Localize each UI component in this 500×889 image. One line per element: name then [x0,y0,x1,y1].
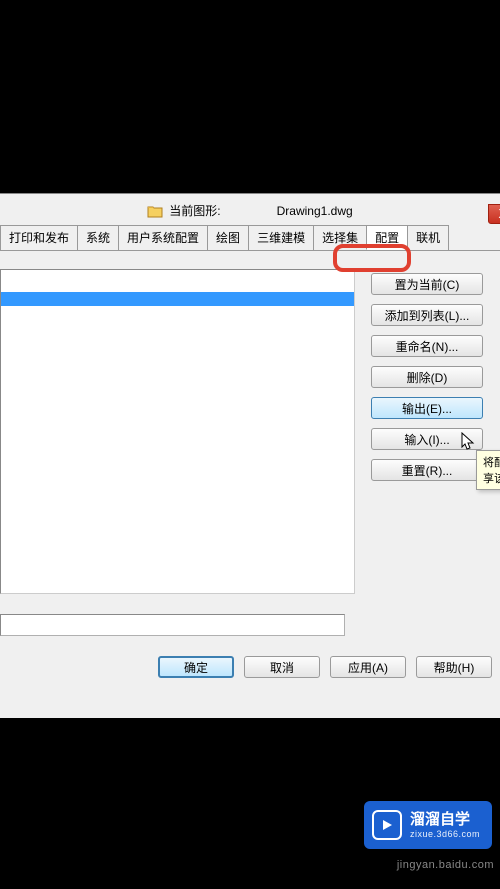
tab-system[interactable]: 系统 [77,225,119,250]
content-area: 置为当前(C) 添加到列表(L)... 重命名(N)... 删除(D) 输出(E… [0,251,500,604]
ok-button[interactable]: 确定 [158,656,234,678]
brand-badge: 溜溜自学 zixue.3d66.com [364,801,492,849]
tabs-row: 打印和发布 系统 用户系统配置 绘图 三维建模 选择集 配置 联机 [0,225,500,251]
watermark: jingyan.baidu.com [397,859,494,871]
tab-3d-modeling[interactable]: 三维建模 [248,225,314,250]
delete-button[interactable]: 删除(D) [371,366,483,388]
close-button[interactable]: X [488,204,500,224]
set-current-button[interactable]: 置为当前(C) [371,273,483,295]
tab-profiles[interactable]: 配置 [366,225,408,250]
play-icon [372,810,402,840]
side-buttons: 置为当前(C) 添加到列表(L)... 重命名(N)... 删除(D) 输出(E… [371,269,483,481]
current-drawing-name: Drawing1.dwg [277,204,353,218]
brand-title: 溜溜自学 [410,811,480,829]
tab-print-publish[interactable]: 打印和发布 [0,225,78,250]
rename-button[interactable]: 重命名(N)... [371,335,483,357]
tab-user-preferences[interactable]: 用户系统配置 [118,225,208,250]
tooltip: 将配置 享该文 [476,450,500,490]
import-button[interactable]: 输入(I)... [371,428,483,450]
tooltip-line1: 将配置 [483,454,500,470]
help-button[interactable]: 帮助(H) [416,656,492,678]
apply-button[interactable]: 应用(A) [330,656,406,678]
listbox-selected-row[interactable] [1,292,354,306]
description-field[interactable] [0,614,345,636]
profiles-listbox[interactable] [0,269,355,594]
tooltip-line2: 享该文 [483,470,500,486]
options-dialog: X 当前图形: Drawing1.dwg 打印和发布 系统 用户系统配置 绘图 … [0,193,500,718]
tab-online[interactable]: 联机 [407,225,449,250]
add-to-list-button[interactable]: 添加到列表(L)... [371,304,483,326]
dialog-bottom-buttons: 确定 取消 应用(A) 帮助(H) [0,636,500,690]
reset-button[interactable]: 重置(R)... [371,459,483,481]
cancel-button[interactable]: 取消 [244,656,320,678]
current-drawing-label: 当前图形: [169,202,220,219]
tab-drafting[interactable]: 绘图 [207,225,249,250]
brand-sub: zixue.3d66.com [410,829,480,840]
folder-icon [147,204,163,218]
brand-text: 溜溜自学 zixue.3d66.com [410,811,480,840]
tab-selection[interactable]: 选择集 [313,225,367,250]
dialog-header: 当前图形: Drawing1.dwg [0,194,500,225]
export-button[interactable]: 输出(E)... [371,397,483,419]
